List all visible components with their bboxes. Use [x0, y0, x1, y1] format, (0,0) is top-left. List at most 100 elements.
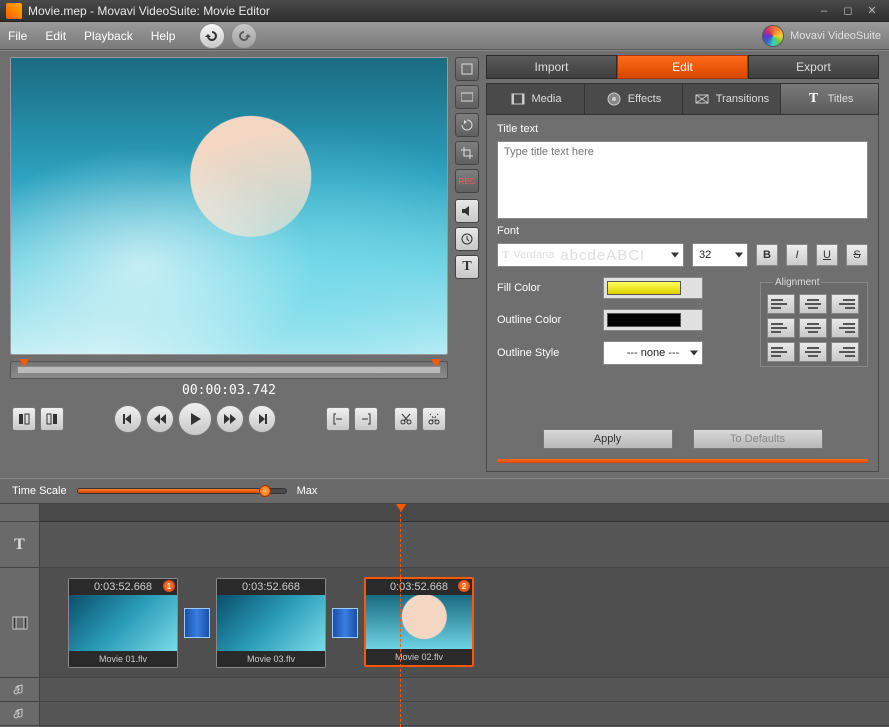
underline-button[interactable]: U — [816, 244, 838, 266]
align-mid-right[interactable] — [831, 318, 859, 338]
video-track-header[interactable] — [0, 568, 39, 678]
speed-button[interactable] — [455, 227, 479, 251]
scrubber-track[interactable] — [10, 361, 448, 379]
mark-in-button[interactable] — [12, 407, 36, 431]
prev-frame-button[interactable] — [114, 405, 142, 433]
font-icon: T — [502, 249, 509, 261]
audio-track-1[interactable] — [40, 678, 889, 702]
close-button[interactable]: ✕ — [861, 3, 883, 19]
timescale-fill — [78, 489, 265, 493]
align-bot-center[interactable] — [799, 342, 827, 362]
align-top-right[interactable] — [831, 294, 859, 314]
timeline-canvas[interactable]: 0:03:52.6681 Movie 01.flv 0:03:52.668 Mo… — [40, 504, 889, 727]
menu-file[interactable]: File — [8, 29, 27, 43]
undo-button[interactable] — [199, 23, 225, 49]
minimize-button[interactable]: – — [813, 3, 835, 19]
preview-tool-strip: REC T — [452, 51, 482, 478]
preview-column: 00:00:03.742 — [0, 51, 452, 478]
note-icon — [13, 683, 27, 697]
timeline-ruler[interactable] — [40, 504, 889, 522]
rotate-icon — [461, 119, 473, 131]
subtab-titles[interactable]: T Titles — [781, 84, 878, 114]
title-text-input[interactable] — [497, 141, 868, 219]
bold-button[interactable]: B — [756, 244, 778, 266]
align-mid-center[interactable] — [799, 318, 827, 338]
align-mid-left[interactable] — [767, 318, 795, 338]
menu-help[interactable]: Help — [151, 29, 176, 43]
clip-3[interactable]: 0:03:52.6682 Movie 02.flv — [364, 577, 474, 667]
transition-2[interactable] — [332, 608, 358, 638]
outline-style-value: --- none --- — [627, 347, 680, 359]
maximize-button[interactable]: ◻ — [837, 3, 859, 19]
crop-button[interactable] — [455, 141, 479, 165]
scrubber-start-marker[interactable] — [19, 359, 29, 367]
font-family-select[interactable]: T Verdana abcdeABCI — [497, 243, 684, 267]
subtab-media[interactable]: Media — [487, 84, 585, 114]
clip-1-badge: 1 — [163, 580, 175, 592]
title-track-header[interactable]: T — [0, 522, 39, 568]
transition-1[interactable] — [184, 608, 210, 638]
italic-button[interactable]: I — [786, 244, 808, 266]
right-panel: Import Edit Export Media Effects Transit… — [482, 51, 889, 478]
play-button[interactable] — [178, 402, 212, 436]
outline-color-select[interactable] — [603, 309, 703, 331]
preview-viewport[interactable] — [10, 57, 448, 355]
aspect-icon — [461, 91, 473, 103]
scrubber-end-marker[interactable] — [431, 359, 441, 367]
timescale-max-label: Max — [297, 485, 318, 497]
fullscreen-button[interactable] — [455, 57, 479, 81]
audio-track-2[interactable] — [40, 702, 889, 726]
audio-track-2-header[interactable] — [0, 702, 39, 726]
clip-2[interactable]: 0:03:52.668 Movie 03.flv — [216, 578, 326, 668]
timescale-knob[interactable] — [259, 485, 271, 497]
tab-edit[interactable]: Edit — [617, 55, 748, 79]
title-track[interactable] — [40, 522, 889, 568]
forward-icon — [224, 414, 236, 424]
subtab-transitions-label: Transitions — [716, 93, 769, 105]
align-top-center[interactable] — [799, 294, 827, 314]
split-left-button[interactable] — [326, 407, 350, 431]
film-icon — [12, 615, 28, 631]
font-name: Verdana — [513, 249, 554, 261]
align-bot-right[interactable] — [831, 342, 859, 362]
next-frame-button[interactable] — [248, 405, 276, 433]
subtab-effects[interactable]: Effects — [585, 84, 683, 114]
clip-1-time: 0:03:52.668 — [94, 581, 152, 593]
fill-color-select[interactable] — [603, 277, 703, 299]
audio-track-1-header[interactable] — [0, 678, 39, 702]
menu-edit[interactable]: Edit — [45, 29, 66, 43]
clip-1[interactable]: 0:03:52.6681 Movie 01.flv — [68, 578, 178, 668]
redo-button[interactable] — [231, 23, 257, 49]
mark-out-button[interactable] — [40, 407, 64, 431]
align-bot-left[interactable] — [767, 342, 795, 362]
apply-button[interactable]: Apply — [543, 429, 673, 449]
split-right-button[interactable] — [354, 407, 378, 431]
cut-all-button[interactable] — [422, 407, 446, 431]
subtab-transitions[interactable]: Transitions — [683, 84, 781, 114]
tab-import[interactable]: Import — [486, 55, 617, 79]
menu-playback[interactable]: Playback — [84, 29, 133, 43]
font-size-select[interactable]: 32 — [692, 243, 748, 267]
alignment-label: Alignment — [773, 277, 821, 288]
aspect-button[interactable] — [455, 85, 479, 109]
defaults-button[interactable]: To Defaults — [693, 429, 823, 449]
mark-in-icon — [18, 413, 30, 425]
timescale-slider[interactable] — [77, 488, 287, 494]
clip-3-badge: 2 — [458, 580, 470, 592]
cut-button[interactable] — [394, 407, 418, 431]
strike-button[interactable]: S — [846, 244, 868, 266]
forward-button[interactable] — [216, 405, 244, 433]
outline-style-select[interactable]: --- none --- — [603, 341, 703, 365]
scrubber-bar — [17, 366, 441, 374]
mute-button[interactable] — [455, 199, 479, 223]
align-top-left[interactable] — [767, 294, 795, 314]
timeline-playhead[interactable] — [400, 504, 401, 727]
rewind-button[interactable] — [146, 405, 174, 433]
video-track[interactable]: 0:03:52.6681 Movie 01.flv 0:03:52.668 Mo… — [40, 568, 889, 678]
text-tool-button[interactable]: T — [455, 255, 479, 279]
tab-export[interactable]: Export — [748, 55, 879, 79]
record-button[interactable]: REC — [455, 169, 479, 193]
clip-2-name: Movie 03.flv — [217, 651, 325, 667]
scissors-dashed-icon — [428, 413, 440, 425]
rotate-button[interactable] — [455, 113, 479, 137]
